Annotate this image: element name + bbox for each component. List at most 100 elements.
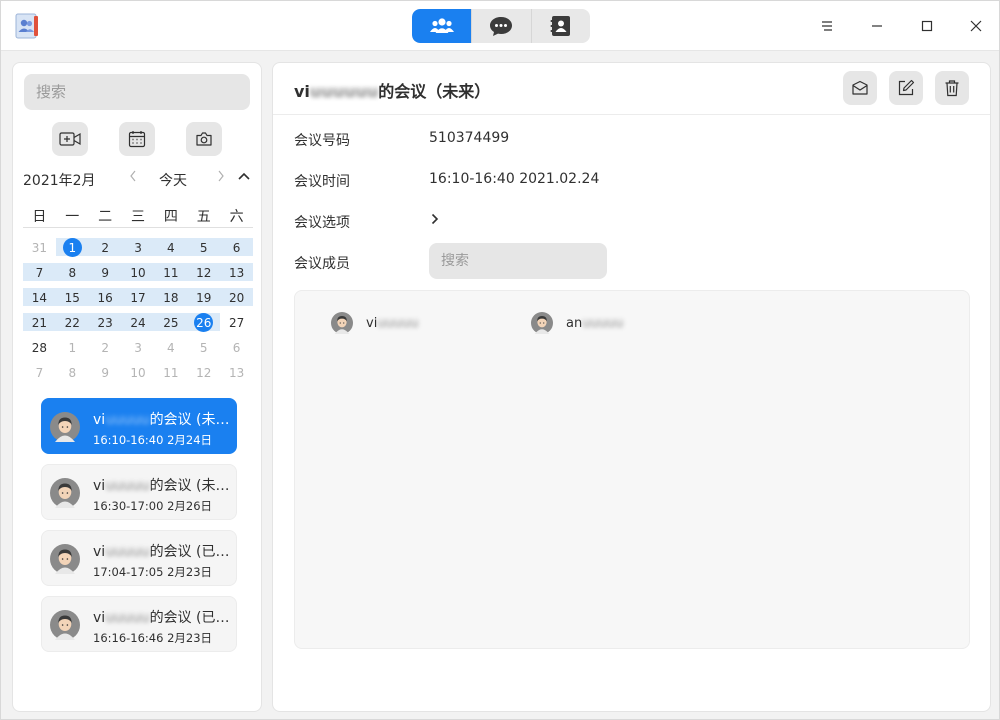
today-button[interactable]: 今天	[159, 170, 187, 190]
calendar-day[interactable]: 1	[56, 235, 89, 260]
avatar-icon	[531, 312, 553, 334]
calendar-day[interactable]: 5	[187, 335, 220, 360]
calendar-day-number: 3	[134, 240, 142, 255]
calendar-day[interactable]: 8	[56, 360, 89, 385]
avatar	[531, 312, 553, 334]
meeting-list-item[interactable]: viuuuuu的会议 (已结束) 17:04-17:05 2月23日	[41, 530, 237, 586]
calendar-day[interactable]: 17	[122, 285, 155, 310]
calendar-day[interactable]: 1	[56, 335, 89, 360]
meeting-list-item[interactable]: viuuuuu的会议 (未来) 16:10-16:40 2月24日	[41, 398, 237, 454]
calendar-day[interactable]: 31	[23, 235, 56, 260]
edit-meeting-button[interactable]	[889, 71, 923, 105]
avatar-icon	[50, 412, 80, 442]
view-chat-button[interactable]	[471, 9, 530, 43]
calendar-day-number: 6	[232, 240, 241, 255]
calendar-day-number: 11	[163, 365, 179, 380]
calendar-week-row: 14 15 16 17 18 19 20	[23, 285, 253, 310]
menu-button[interactable]	[810, 9, 844, 43]
members-list: viuuuuu anuuuuu	[294, 290, 970, 649]
calendar-day[interactable]: 4	[154, 335, 187, 360]
calendar-day-number: 10	[130, 365, 146, 380]
calendar-day[interactable]: 5	[187, 235, 220, 260]
calendar-day-number: 1	[68, 340, 77, 355]
calendar-day[interactable]: 7	[23, 260, 56, 285]
calendar-day[interactable]: 21	[23, 310, 56, 335]
calendar-day[interactable]: 9	[89, 360, 122, 385]
next-month-button[interactable]	[213, 168, 229, 188]
calendar-day-number: 31	[31, 240, 48, 255]
calendar-day[interactable]: 11	[154, 360, 187, 385]
calendar-day[interactable]: 2	[89, 235, 122, 260]
calendar-day-number: 4	[167, 340, 175, 355]
member-item[interactable]: anuuuuu	[531, 311, 623, 335]
weekday-label: 六	[229, 209, 244, 225]
calendar-day[interactable]: 6	[220, 235, 253, 260]
maximize-button[interactable]	[910, 9, 944, 43]
group-icon	[429, 18, 454, 33]
minimize-button[interactable]	[860, 9, 894, 43]
calendar-day[interactable]: 10	[122, 360, 155, 385]
edit-icon	[898, 79, 915, 96]
delete-meeting-button[interactable]	[935, 71, 969, 105]
calendar-day[interactable]: 14	[23, 285, 56, 310]
view-meetings-button[interactable]	[412, 9, 472, 43]
calendar-day[interactable]: 12	[187, 260, 220, 285]
send-mail-button[interactable]	[843, 71, 877, 105]
calendar-day-number: 13	[228, 265, 245, 280]
calendar-day[interactable]: 27	[220, 310, 253, 335]
calendar-day[interactable]: 3	[122, 335, 155, 360]
camera-button[interactable]	[186, 122, 222, 156]
calendar-day[interactable]: 8	[56, 260, 89, 285]
member-search-input[interactable]	[429, 243, 607, 279]
calendar-day-number: 13	[228, 365, 245, 380]
calendar-day[interactable]: 24	[122, 310, 155, 335]
calendar-day[interactable]: 18	[154, 285, 187, 310]
close-button[interactable]	[959, 9, 993, 43]
schedule-meeting-button[interactable]	[119, 122, 155, 156]
new-video-meeting-button[interactable]	[52, 122, 88, 156]
calendar-day[interactable]: 25	[154, 310, 187, 335]
calendar-day[interactable]: 16	[89, 285, 122, 310]
calendar-day[interactable]: 7	[23, 360, 56, 385]
calendar-day[interactable]: 4	[154, 235, 187, 260]
calendar-day-number: 11	[163, 265, 179, 280]
calendar-day-number: 8	[68, 265, 77, 280]
calendar-day-number: 9	[101, 265, 109, 280]
calendar-day[interactable]: 20	[220, 285, 253, 310]
calendar-day[interactable]: 6	[220, 335, 253, 360]
search-input[interactable]	[24, 74, 250, 110]
calendar-day-number: 10	[130, 265, 146, 280]
calendar-day[interactable]: 22	[56, 310, 89, 335]
meeting-list-item[interactable]: viuuuuu的会议 (已结束) 16:16-16:46 2月23日	[41, 596, 237, 652]
weekday-label: 一	[65, 209, 80, 225]
calendar-day-number: 6	[232, 340, 241, 355]
calendar-day[interactable]: 13	[220, 360, 253, 385]
meeting-title: viuuuuuu的会议（未来）	[294, 82, 491, 101]
calendar-day[interactable]: 12	[187, 360, 220, 385]
calendar-day[interactable]: 26	[187, 310, 220, 335]
calendar-day[interactable]: 9	[89, 260, 122, 285]
calendar-day[interactable]: 10	[122, 260, 155, 285]
view-contacts-button[interactable]	[530, 9, 590, 43]
calendar-day[interactable]: 28	[23, 335, 56, 360]
calendar-day[interactable]: 15	[56, 285, 89, 310]
meeting-list-item[interactable]: viuuuuu的会议 (未来) 16:30-17:00 2月26日	[41, 464, 237, 520]
calendar-day-number: 2	[101, 340, 109, 355]
calendar-day[interactable]: 11	[154, 260, 187, 285]
collapse-calendar-button[interactable]	[235, 168, 253, 188]
previous-month-button[interactable]	[125, 168, 141, 188]
meeting-item-time: 16:10-16:40 2月24日	[93, 433, 213, 447]
calendar-day[interactable]: 23	[89, 310, 122, 335]
weekday-label: 三	[131, 209, 145, 225]
avatar	[50, 412, 80, 442]
calendar-day[interactable]: 13	[220, 260, 253, 285]
view-switcher	[412, 9, 590, 43]
detail-header: viuuuuuu的会议（未来）	[273, 63, 990, 115]
app-contacts-icon[interactable]	[14, 13, 40, 39]
calendar-day[interactable]: 19	[187, 285, 220, 310]
member-item[interactable]: viuuuuu	[331, 311, 419, 335]
calendar-day[interactable]: 2	[89, 335, 122, 360]
video-camera-icon	[59, 132, 81, 146]
meeting-options-button[interactable]	[429, 211, 443, 227]
calendar-day[interactable]: 3	[122, 235, 155, 260]
